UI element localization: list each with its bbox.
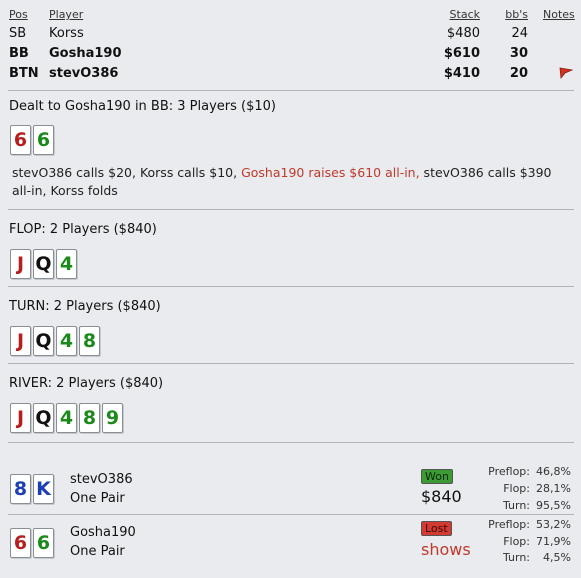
card: Q xyxy=(33,249,54,279)
showdown-cards: 8 K xyxy=(10,474,54,504)
hole-cards: 6 6 xyxy=(10,125,54,155)
equity-value: 28,1% xyxy=(536,482,571,495)
equity-value: 95,5% xyxy=(536,499,571,512)
header-stack[interactable]: Stack xyxy=(440,8,480,21)
row-bbs: 24 xyxy=(511,26,528,41)
row-bbs: 30 xyxy=(509,46,528,61)
row-stack: $480 xyxy=(446,26,480,41)
row-player: stevO386 xyxy=(49,66,119,81)
preflop-title: Dealt to Gosha190 in BB: 3 Players ($10) xyxy=(9,99,277,114)
equity-label: Turn: xyxy=(502,499,530,512)
card: J xyxy=(10,403,31,433)
card: 9 xyxy=(102,403,123,433)
card: 4 xyxy=(56,403,77,433)
header-notes[interactable]: Notes xyxy=(543,8,575,21)
card: J xyxy=(10,326,31,356)
showdown-cards: 6 6 xyxy=(10,528,54,558)
card: 6 xyxy=(33,528,54,558)
row-player: Gosha190 xyxy=(49,46,122,61)
row-pos: SB xyxy=(9,26,27,41)
equity-label: Preflop: xyxy=(488,518,530,531)
card: J xyxy=(10,249,31,279)
card: 8 xyxy=(79,326,100,356)
lost-badge: Lost xyxy=(421,521,452,536)
action-raise-segment: Gosha190 raises $610 all-in, xyxy=(241,165,420,180)
shows-label: shows xyxy=(421,540,471,559)
row-bbs: 20 xyxy=(509,66,528,81)
header-pos[interactable]: Pos xyxy=(9,8,28,21)
showdown-player: stevO386 xyxy=(70,472,133,487)
card: 6 xyxy=(10,528,31,558)
card: 6 xyxy=(10,125,31,155)
equity-value: 4,5% xyxy=(543,551,571,564)
row-player: Korss xyxy=(49,26,84,41)
equity-value: 71,9% xyxy=(536,535,571,548)
card: 4 xyxy=(56,326,77,356)
header-bbs[interactable]: bb's xyxy=(498,8,528,21)
divider xyxy=(8,90,574,91)
card: Q xyxy=(33,403,54,433)
card: 4 xyxy=(56,249,77,279)
note-flag-icon[interactable] xyxy=(559,67,573,79)
card: K xyxy=(33,474,54,504)
flop-title: FLOP: 2 Players ($840) xyxy=(9,222,157,237)
divider xyxy=(8,514,574,515)
header-player[interactable]: Player xyxy=(49,8,83,21)
card: Q xyxy=(33,326,54,356)
equity-value: 53,2% xyxy=(536,518,571,531)
action-segment: stevO386 calls $20, Korss calls $10, xyxy=(12,165,242,180)
equity-label: Turn: xyxy=(502,551,530,564)
preflop-action-text: stevO386 calls $20, Korss calls $10, Gos… xyxy=(12,164,568,200)
row-pos: BTN xyxy=(9,66,39,81)
pot-won: $840 xyxy=(421,487,462,506)
divider xyxy=(8,363,574,364)
row-stack: $610 xyxy=(443,46,480,61)
turn-title: TURN: 2 Players ($840) xyxy=(9,299,161,314)
card: 6 xyxy=(33,125,54,155)
card: 8 xyxy=(79,403,100,433)
equity-label: Flop: xyxy=(503,535,530,548)
flop-cards: J Q 4 xyxy=(10,249,77,279)
turn-cards: J Q 4 8 xyxy=(10,326,100,356)
equity-value: 46,8% xyxy=(536,465,571,478)
won-badge: Won xyxy=(421,469,453,484)
river-cards: J Q 4 8 9 xyxy=(10,403,123,433)
divider xyxy=(8,286,574,287)
showdown-hand: One Pair xyxy=(70,491,125,506)
showdown-player: Gosha190 xyxy=(70,525,136,540)
showdown-hand: One Pair xyxy=(70,544,125,559)
divider xyxy=(8,209,574,210)
river-title: RIVER: 2 Players ($840) xyxy=(9,376,164,391)
row-stack: $410 xyxy=(443,66,480,81)
equity-label: Flop: xyxy=(503,482,530,495)
row-pos: BB xyxy=(9,46,29,61)
divider xyxy=(8,442,574,443)
card: 8 xyxy=(10,474,31,504)
equity-label: Preflop: xyxy=(488,465,530,478)
